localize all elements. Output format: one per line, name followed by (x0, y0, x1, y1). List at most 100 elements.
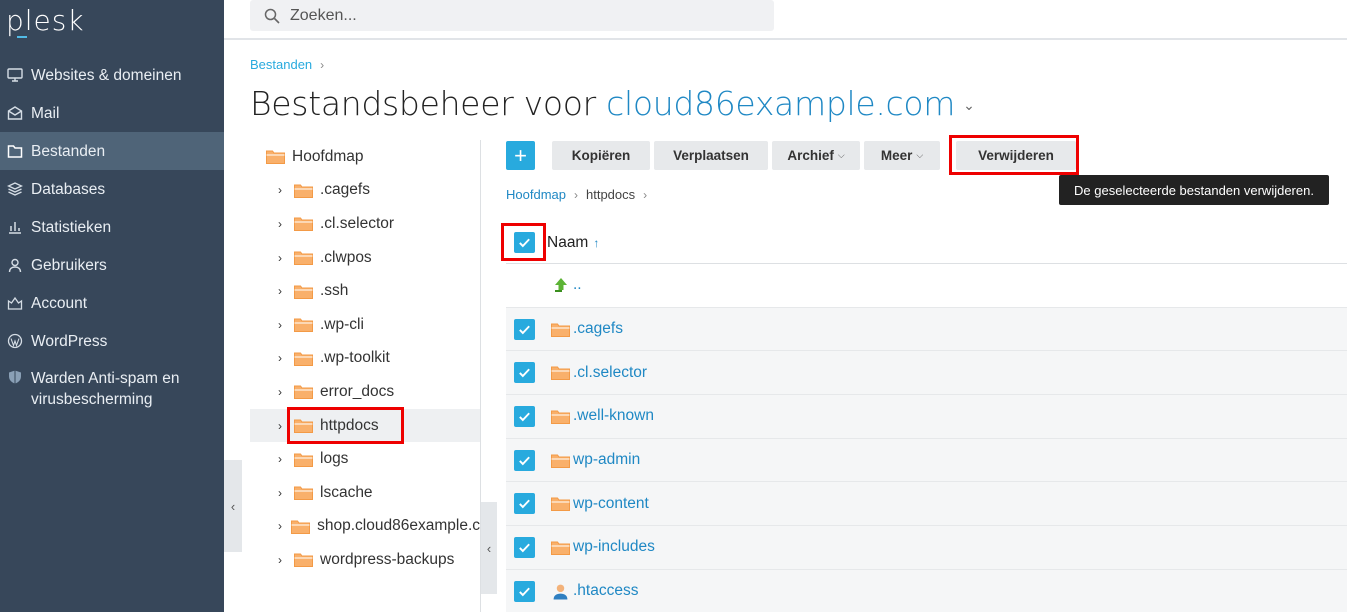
table-row[interactable]: wp-admin (506, 438, 1347, 483)
tree-item-label: .cagefs (320, 181, 370, 199)
up-arrow-icon (551, 277, 570, 293)
sidebar-item-account[interactable]: Account (0, 284, 224, 322)
sidebar-item-label: Account (31, 294, 88, 312)
domain-name-link[interactable]: cloud86example.com (606, 84, 955, 123)
search-input[interactable] (290, 6, 730, 25)
tree-item-label: .cl.selector (320, 214, 395, 232)
account-icon (6, 294, 24, 312)
tree-item[interactable]: › .clwpos (250, 241, 480, 275)
tree-item-label: shop.cloud86example.c (317, 517, 480, 535)
folder-icon (294, 251, 313, 266)
chevron-right-icon[interactable]: › (278, 385, 294, 399)
top-bar (224, 0, 1347, 40)
breadcrumb: Bestanden › (250, 57, 324, 72)
table-row[interactable]: .cagefs (506, 307, 1347, 352)
move-button[interactable]: Verplaatsen (654, 141, 768, 170)
path-breadcrumb-root[interactable]: Hoofdmap (506, 187, 566, 202)
sidebar-item-statistieken[interactable]: Statistieken (0, 208, 224, 246)
chevron-right-icon[interactable]: › (278, 553, 294, 567)
copy-button[interactable]: Kopiëren (552, 141, 650, 170)
row-checkbox[interactable] (514, 536, 535, 558)
parent-directory-row[interactable]: .. (506, 264, 1347, 308)
sidebar-collapse-handle[interactable]: ‹ (224, 460, 242, 552)
file-owner-icon (553, 584, 568, 600)
tree-item-root[interactable]: Hoofdmap (250, 140, 480, 174)
sidebar-item-bestanden[interactable]: Bestanden (0, 132, 224, 170)
tree-item[interactable]: › .ssh (250, 274, 480, 308)
folder-icon (294, 453, 313, 467)
sidebar-item-label: Statistieken (31, 218, 112, 236)
chevron-right-icon[interactable]: › (278, 251, 294, 265)
sidebar-item-websites[interactable]: Websites & domeinen (0, 56, 224, 94)
tree-item[interactable]: › wordpress-backups (250, 543, 480, 577)
sort-ascending-icon[interactable]: ↑ (593, 236, 599, 250)
select-all-highlight (501, 223, 546, 261)
table-row[interactable]: .well-known (506, 395, 1347, 439)
file-name-link[interactable]: .well-known (573, 407, 654, 425)
table-row[interactable]: .cl.selector (506, 351, 1347, 396)
folder-icon (551, 452, 570, 468)
file-name-link[interactable]: .cl.selector (573, 364, 647, 382)
chevron-down-icon[interactable]: ⌄ (963, 98, 975, 114)
sidebar-item-warden[interactable]: Warden Anti-spam en virusbescherming (0, 360, 224, 408)
file-name-link[interactable]: .cagefs (573, 320, 623, 338)
tree-item[interactable]: › shop.cloud86example.c (250, 510, 480, 544)
file-name-link[interactable]: wp-includes (573, 538, 655, 556)
chevron-right-icon[interactable]: › (278, 284, 294, 298)
file-name-link[interactable]: wp-content (573, 495, 649, 513)
table-header: Naam ↑ (506, 222, 1347, 264)
search-box[interactable] (250, 0, 774, 31)
sidebar-item-mail[interactable]: Mail (0, 94, 224, 132)
tree-item[interactable]: › error_docs (250, 375, 480, 409)
chevron-right-icon[interactable]: › (278, 486, 294, 500)
parent-directory-link[interactable]: .. (573, 276, 582, 294)
more-button[interactable]: Meer ⌵ (864, 141, 940, 170)
row-checkbox[interactable] (514, 362, 535, 384)
folder-icon (551, 539, 570, 555)
tree-item[interactable]: › .wp-toolkit (250, 342, 480, 376)
tree-item[interactable]: › .cagefs (250, 174, 480, 208)
tree-item[interactable]: › logs (250, 442, 480, 476)
statistics-icon (6, 218, 24, 236)
tree-item-label: Hoofdmap (292, 147, 364, 165)
row-checkbox[interactable] (514, 405, 535, 427)
row-checkbox[interactable] (514, 580, 535, 602)
user-icon (6, 256, 24, 274)
chevron-right-icon[interactable]: › (278, 452, 294, 466)
tree-item[interactable]: › .wp-cli (250, 308, 480, 342)
tree-item[interactable]: › lscache (250, 476, 480, 510)
table-row[interactable]: wp-content (506, 482, 1347, 527)
folder-icon (294, 318, 313, 333)
file-name-link[interactable]: wp-admin (573, 451, 640, 469)
table-row[interactable]: wp-includes (506, 526, 1347, 570)
row-checkbox[interactable] (514, 449, 535, 471)
sidebar-item-wordpress[interactable]: WordPress (0, 322, 224, 360)
database-icon (6, 180, 24, 198)
httpdocs-highlight (287, 407, 404, 444)
tree-item-label: wordpress-backups (320, 550, 455, 568)
add-button[interactable]: + (506, 141, 535, 170)
tree-item-label: .clwpos (320, 248, 372, 266)
archive-button[interactable]: Archief ⌵ (772, 141, 860, 170)
chevron-right-icon[interactable]: › (278, 318, 294, 332)
path-breadcrumb-current: httpdocs (585, 187, 636, 202)
tree-item-label: .wp-cli (320, 315, 364, 333)
table-row[interactable]: .htaccess (506, 569, 1347, 612)
sidebar: plesk Websites & domeinen Mail Bestanden… (0, 0, 224, 612)
row-checkbox[interactable] (514, 318, 535, 340)
file-table: Naam ↑ .. .cagefs .cl.selector .well-known… (506, 222, 1347, 612)
file-name-link[interactable]: .htaccess (573, 582, 638, 600)
row-checkbox[interactable] (514, 493, 535, 515)
sidebar-item-gebruikers[interactable]: Gebruikers (0, 246, 224, 284)
chevron-right-icon[interactable]: › (278, 183, 294, 197)
sidebar-item-databases[interactable]: Databases (0, 170, 224, 208)
chevron-right-icon[interactable]: › (278, 519, 291, 533)
chevron-right-icon[interactable]: › (278, 351, 294, 365)
tree-collapse-handle[interactable]: ‹ (481, 502, 497, 594)
breadcrumb-link-bestanden[interactable]: Bestanden (250, 57, 312, 72)
column-header-name[interactable]: Naam (547, 234, 588, 252)
checkmark-icon (519, 412, 530, 422)
plesk-logo[interactable]: plesk (6, 4, 85, 37)
tree-item[interactable]: › .cl.selector (250, 207, 480, 241)
chevron-right-icon[interactable]: › (278, 217, 294, 231)
